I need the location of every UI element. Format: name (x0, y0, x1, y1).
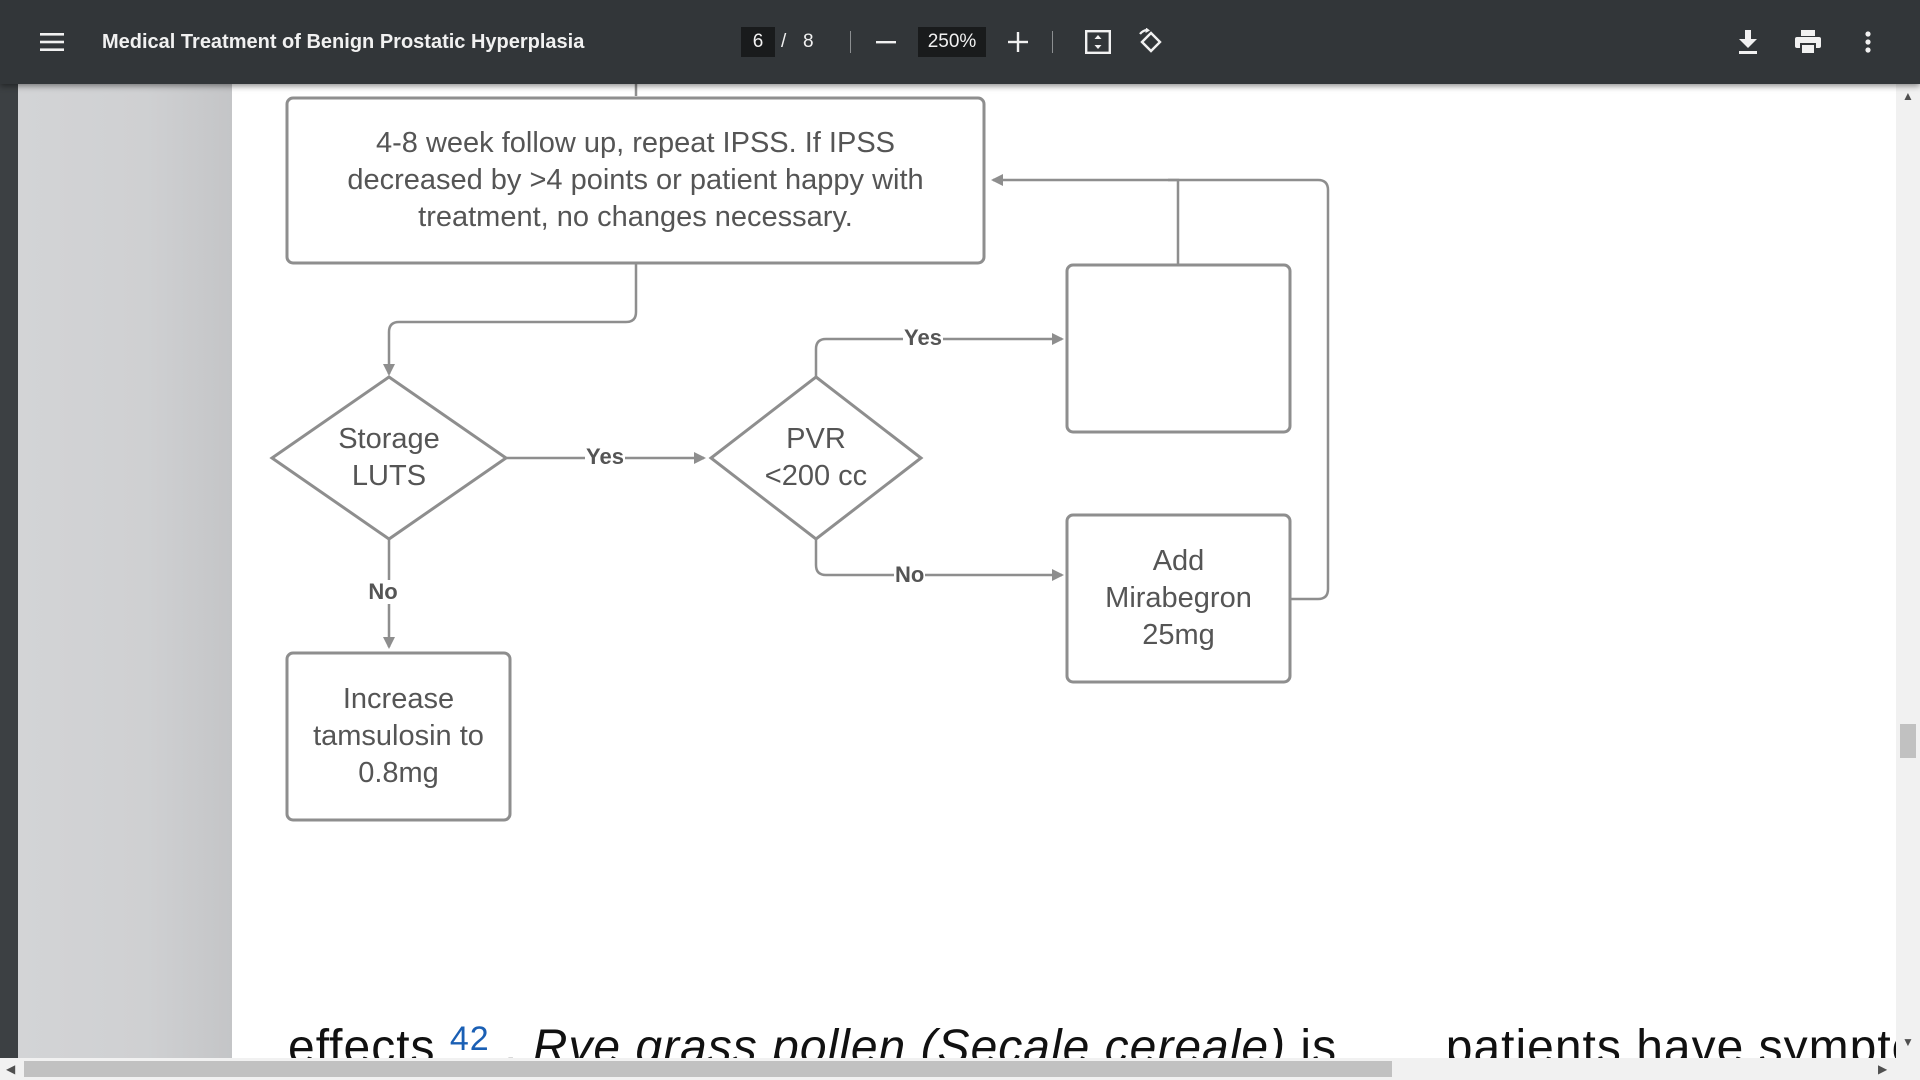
body-text-pre: effects (288, 1021, 436, 1058)
zoom-out-button[interactable] (868, 24, 904, 60)
document-title: Medical Treatment of Benign Prostatic Hy… (102, 31, 585, 53)
zoom-level-input[interactable]: 250% (918, 27, 986, 57)
tamsulosin-box-text: Increase tamsulosin to 0.8mg (313, 683, 484, 789)
zoom-in-button[interactable] (1000, 24, 1036, 60)
toolbar-divider (850, 31, 851, 53)
toolbar-divider (1052, 31, 1053, 53)
scroll-right-arrow-icon[interactable]: ▶ (1878, 1063, 1887, 1075)
current-page-input[interactable]: 6 (741, 27, 775, 57)
vertical-scroll-thumb[interactable] (1900, 724, 1916, 758)
fit-to-page-icon (1085, 30, 1111, 54)
pvr-text: PVR <200 cc (764, 423, 868, 492)
fit-to-page-button[interactable] (1080, 24, 1116, 60)
document-viewer[interactable]: 4-8 week follow up, repeat IPSS. If IPSS… (0, 84, 1920, 1080)
storage-luts-text: Storage LUTS (338, 423, 440, 492)
followup-box-text: 4-8 week follow up, repeat IPSS. If IPSS… (347, 127, 924, 233)
total-pages: 8 (803, 31, 814, 52)
pdf-toolbar: Medical Treatment of Benign Prostatic Hy… (0, 0, 1920, 84)
print-button[interactable] (1790, 24, 1826, 60)
rotate-button[interactable] (1133, 24, 1169, 60)
oxybutinin-box-text (1076, 274, 1281, 423)
body-text-mid: is (1286, 1021, 1338, 1058)
minus-icon (876, 41, 896, 44)
print-icon (1795, 30, 1821, 54)
pdf-page: 4-8 week follow up, repeat IPSS. If IPSS… (18, 84, 1896, 1058)
viewer-left-gutter (0, 84, 18, 1058)
hamburger-menu-icon[interactable] (34, 24, 70, 60)
more-vertical-icon (1865, 31, 1871, 53)
pvr-yes-label: Yes (903, 325, 943, 350)
rotate-icon (1139, 28, 1162, 53)
plus-icon (1008, 32, 1028, 52)
body-text-italic: Rye grass pollen (Secale cereale) (532, 1021, 1287, 1058)
more-options-button[interactable] (1850, 24, 1886, 60)
storage-yes-label: Yes (585, 444, 625, 469)
download-icon (1739, 30, 1757, 54)
scroll-down-arrow-icon[interactable]: ▼ (1902, 1036, 1914, 1048)
page-separator: / (781, 31, 787, 52)
pvr-no-label: No (894, 562, 926, 587)
scroll-up-arrow-icon[interactable]: ▲ (1902, 90, 1914, 102)
horizontal-scrollbar[interactable]: ◀ ▶ (0, 1058, 1920, 1080)
vertical-scrollbar[interactable]: ▲ ▼ (1896, 84, 1920, 1058)
download-button[interactable] (1730, 24, 1766, 60)
scroll-left-arrow-icon[interactable]: ◀ (6, 1063, 15, 1075)
horizontal-scroll-thumb[interactable] (24, 1061, 1392, 1077)
page-body-text: effects 42 . Rye grass pollen (Secale ce… (288, 1020, 1896, 1058)
mirabegron-box-text: Add Mirabegron 25mg (1105, 545, 1252, 651)
citation-link[interactable]: 42 (450, 1020, 490, 1058)
storage-no-label: No (367, 579, 399, 604)
body-text-right: patients have symptoms (1445, 1021, 1896, 1058)
